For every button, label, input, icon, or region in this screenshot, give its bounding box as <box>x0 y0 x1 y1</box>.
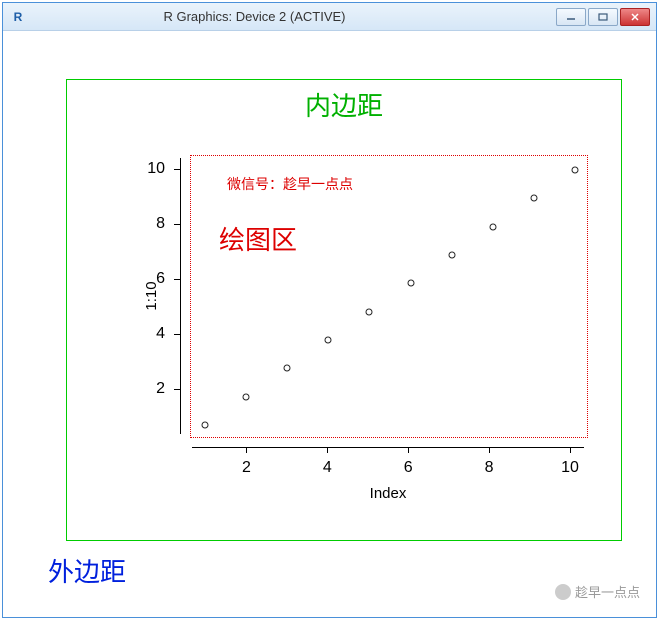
y-tick-label: 10 <box>147 160 165 178</box>
data-point <box>366 308 373 315</box>
x-tick-label: 2 <box>242 459 251 477</box>
x-tick <box>408 447 409 453</box>
x-tick-label: 6 <box>404 459 413 477</box>
watermark: 趁早一点点 <box>555 582 640 601</box>
y-tick-label: 6 <box>156 270 165 288</box>
watermark-text: 趁早一点点 <box>575 582 640 601</box>
window-controls <box>556 8 650 26</box>
data-point <box>572 167 579 174</box>
minimize-button[interactable] <box>556 8 586 26</box>
y-tick <box>174 279 180 280</box>
x-axis-label: Index <box>370 485 407 502</box>
x-tick <box>570 447 571 453</box>
data-point <box>284 365 291 372</box>
maximize-button[interactable] <box>588 8 618 26</box>
data-point <box>202 422 209 429</box>
y-tick <box>174 389 180 390</box>
figure-region-box: 内边距 1:10 246810 微信号：趁早一点点 绘图区 Index 2468… <box>66 79 622 541</box>
inner-margin-label: 内边距 <box>305 86 383 123</box>
x-tick <box>489 447 490 453</box>
y-tick <box>174 169 180 170</box>
x-tick-label: 4 <box>323 459 332 477</box>
y-tick <box>174 224 180 225</box>
titlebar[interactable]: R R Graphics: Device 2 (ACTIVE) <box>3 3 656 31</box>
x-tick-label: 10 <box>561 459 579 477</box>
window-content: 外边距 内边距 1:10 246810 微信号：趁早一点点 绘图区 Index … <box>3 31 656 617</box>
x-tick <box>327 447 328 453</box>
wechat-annotation: 微信号：趁早一点点 <box>227 174 353 194</box>
window-title: R Graphics: Device 2 (ACTIVE) <box>0 9 556 24</box>
data-point <box>448 252 455 259</box>
plot-region-label: 绘图区 <box>219 220 297 257</box>
maximize-icon <box>598 13 608 21</box>
close-button[interactable] <box>620 8 650 26</box>
y-axis: 246810 <box>180 158 181 434</box>
outer-margin-label: 外边距 <box>48 552 126 589</box>
minimize-icon <box>566 13 576 21</box>
data-point <box>489 223 496 230</box>
app-window: R R Graphics: Device 2 (ACTIVE) 外边距 内边距 … <box>2 2 657 618</box>
x-axis: Index 246810 <box>192 447 584 448</box>
data-point <box>325 337 332 344</box>
close-icon <box>630 13 640 21</box>
plot-region-box: 微信号：趁早一点点 绘图区 <box>190 155 588 438</box>
y-tick-label: 4 <box>156 325 165 343</box>
y-tick-label: 8 <box>156 215 165 233</box>
x-tick-label: 8 <box>485 459 494 477</box>
x-tick <box>246 447 247 453</box>
data-point <box>407 280 414 287</box>
y-tick <box>174 334 180 335</box>
data-point <box>243 393 250 400</box>
watermark-icon <box>555 584 571 600</box>
data-point <box>530 195 537 202</box>
y-tick-label: 2 <box>156 380 165 398</box>
